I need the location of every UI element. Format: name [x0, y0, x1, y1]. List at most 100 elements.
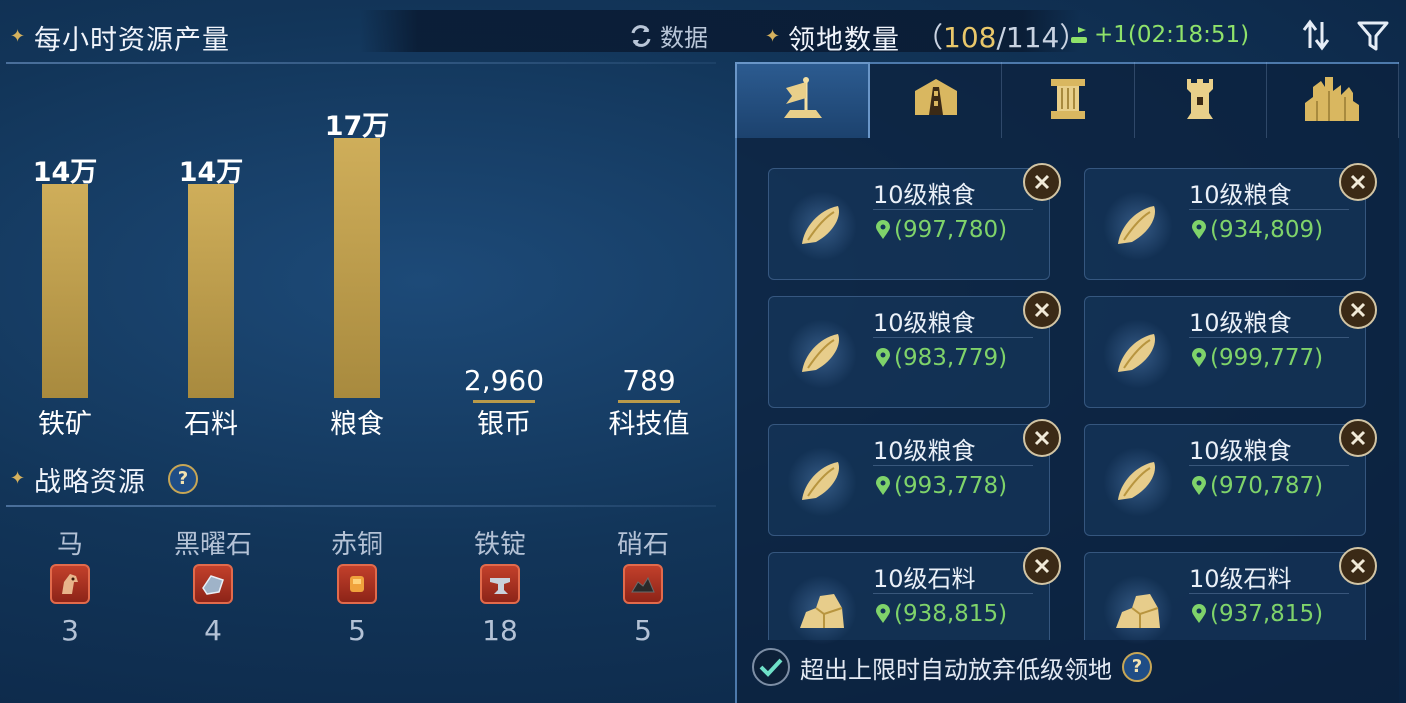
- abandon-button[interactable]: [1023, 163, 1061, 201]
- resource-name: 硝石: [616, 530, 669, 560]
- card-divider: [873, 209, 1033, 210]
- strategic-item-saltpeter: 硝石 5: [583, 520, 703, 650]
- flag-small-icon: [1071, 27, 1087, 43]
- card-divider: [1189, 209, 1349, 210]
- location-pin-icon: [1192, 476, 1206, 495]
- strategic-item-iron-ingot: 铁锭 18: [440, 520, 560, 650]
- territory-coord[interactable]: (970,787): [1191, 473, 1323, 499]
- resource-value: 4: [204, 614, 222, 647]
- sparkle-icon: ✦: [765, 26, 781, 47]
- strategic-help-button[interactable]: ?: [168, 464, 198, 494]
- territory-card[interactable]: 10级粮食 (999,777): [1084, 291, 1377, 408]
- tech-stat: 789 科技值: [589, 360, 709, 440]
- tab-pillar[interactable]: [1002, 62, 1135, 138]
- strategic-title: 战略资源: [34, 467, 146, 498]
- tower-icon: [1187, 79, 1214, 119]
- territory-card[interactable]: 10级粮食 (983,779): [768, 291, 1061, 408]
- bar-category-label: 石料: [184, 409, 238, 440]
- territory-count: （108/114）: [915, 16, 1087, 56]
- coord-text: (999,777): [1210, 345, 1324, 371]
- territory-title: 10级粮食: [1189, 181, 1292, 209]
- territory-title: 10级石料: [1189, 565, 1292, 593]
- territory-coord[interactable]: (983,779): [875, 345, 1007, 371]
- silver-label: 银币: [477, 409, 531, 440]
- territory-card[interactable]: 10级粮食 (970,787): [1084, 419, 1377, 536]
- card-divider: [873, 337, 1033, 338]
- grain-icon: [787, 447, 857, 517]
- auto-abandon-help-button[interactable]: ?: [1122, 652, 1152, 682]
- territory-separator: /: [996, 21, 1006, 54]
- auto-abandon-checkbox[interactable]: [752, 648, 790, 686]
- abandon-button[interactable]: [1023, 547, 1061, 585]
- tech-label: 科技值: [608, 409, 690, 440]
- card-divider: [1189, 465, 1349, 466]
- grain-icon: [1103, 447, 1173, 517]
- territory-card[interactable]: 10级石料 (937,815): [1084, 547, 1377, 645]
- territory-coord[interactable]: (997,780): [875, 217, 1007, 243]
- territory-card[interactable]: 10级粮食 (934,809): [1084, 163, 1377, 280]
- resource-value: 3: [61, 614, 79, 647]
- bar-category-label: 粮食: [330, 409, 384, 440]
- location-pin-icon: [1192, 348, 1206, 367]
- territory-card[interactable]: 10级石料 (938,815): [768, 547, 1061, 645]
- resource-name: 赤铜: [330, 530, 383, 560]
- card-divider: [1189, 337, 1349, 338]
- card-divider: [873, 593, 1033, 594]
- tab-flag[interactable]: [735, 62, 871, 138]
- territory-tabs: [735, 62, 1400, 138]
- coord-text: (983,779): [894, 345, 1008, 371]
- location-pin-icon: [1192, 220, 1206, 239]
- location-pin-icon: [1192, 604, 1206, 623]
- abandon-button[interactable]: [1339, 419, 1377, 457]
- road-icon: [914, 79, 957, 115]
- resource-name: 马: [56, 530, 83, 560]
- abandon-button[interactable]: [1339, 163, 1377, 201]
- tab-tower[interactable]: [1135, 62, 1267, 138]
- territory-gain: +1(02:18:51): [1068, 22, 1249, 48]
- sort-icon[interactable]: [1300, 18, 1332, 56]
- abandon-button[interactable]: [1023, 419, 1061, 457]
- territory-label: 领地数量: [788, 25, 900, 56]
- territory-coord[interactable]: (993,778): [875, 473, 1007, 499]
- coord-text: (934,809): [1210, 217, 1324, 243]
- resource-value: 5: [348, 614, 366, 647]
- strategic-item-obsidian: 黑曜石 4: [153, 520, 273, 650]
- coord-text: (993,778): [894, 473, 1008, 499]
- coord-text: (970,787): [1210, 473, 1324, 499]
- close-icon: [1350, 558, 1366, 574]
- checkmark-icon: [759, 658, 783, 677]
- grain-icon: [787, 191, 857, 261]
- territory-current: 108: [943, 21, 997, 54]
- abandon-button[interactable]: [1023, 291, 1061, 329]
- copper-icon: [337, 564, 377, 604]
- territory-coord[interactable]: (938,815): [875, 601, 1007, 627]
- territory-coord[interactable]: (937,815): [1191, 601, 1323, 627]
- tech-value: 789: [622, 364, 676, 397]
- close-icon: [1034, 558, 1050, 574]
- bar: [188, 184, 234, 398]
- iron-ingot-icon: [480, 564, 520, 604]
- tab-road[interactable]: [870, 62, 1003, 138]
- horse-icon: [50, 564, 90, 604]
- location-pin-icon: [876, 348, 890, 367]
- filter-icon[interactable]: [1356, 20, 1390, 56]
- territory-coord[interactable]: (999,777): [1191, 345, 1323, 371]
- strategic-item-copper: 赤铜 5: [297, 520, 417, 650]
- abandon-button[interactable]: [1339, 547, 1377, 585]
- location-pin-icon: [876, 604, 890, 623]
- obsidian-icon: [193, 564, 233, 604]
- close-icon: [1034, 174, 1050, 190]
- strategic-item-horse: 马 3: [10, 520, 130, 650]
- silver-value: 2,960: [463, 364, 545, 397]
- tab-city[interactable]: [1267, 62, 1400, 138]
- territory-title: 10级粮食: [873, 181, 976, 209]
- auto-abandon-label: 超出上限时自动放弃低级领地: [800, 655, 1112, 684]
- territory-coord[interactable]: (934,809): [1191, 217, 1323, 243]
- card-divider: [873, 465, 1033, 466]
- territory-card[interactable]: 10级粮食 (997,780): [768, 163, 1061, 280]
- bar-column: 17万 粮食: [297, 0, 417, 450]
- territory-title: 10级粮食: [873, 309, 976, 337]
- abandon-button[interactable]: [1339, 291, 1377, 329]
- card-divider: [1189, 593, 1349, 594]
- territory-card[interactable]: 10级粮食 (993,778): [768, 419, 1061, 536]
